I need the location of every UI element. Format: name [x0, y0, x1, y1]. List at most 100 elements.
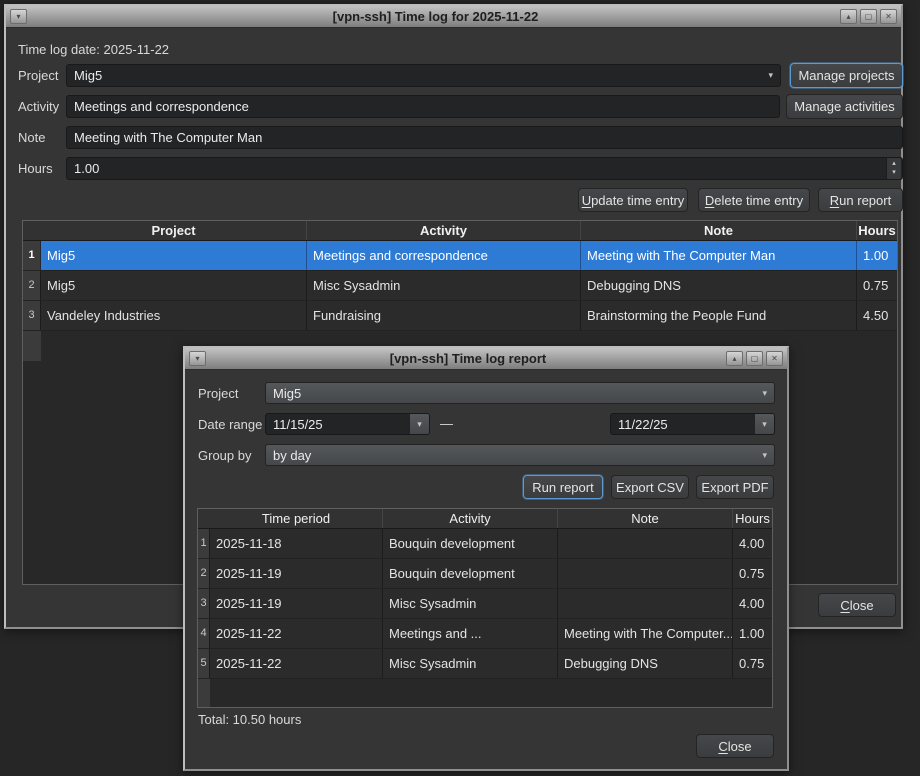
- row-number: 1: [23, 241, 41, 270]
- spinner-buttons[interactable]: ▴ ▾: [886, 158, 901, 179]
- run-report-button[interactable]: Run report: [818, 188, 903, 212]
- time-log-date-label: Time log date: 2025-11-22: [18, 42, 169, 57]
- row-number: 1: [198, 529, 210, 558]
- manage-projects-button[interactable]: Manage projects: [790, 63, 903, 88]
- report-row[interactable]: 5 2025-11-22 Misc Sysadmin Debugging DNS…: [198, 649, 772, 679]
- dialog-titlebar[interactable]: ▾ [vpn-ssh] Time log report ▴ ▢ ✕: [185, 348, 787, 370]
- close-glyph: ✕: [771, 355, 778, 363]
- note-input-value: Meeting with The Computer Man: [74, 130, 262, 145]
- export-pdf-button[interactable]: Export PDF: [696, 475, 774, 499]
- header-hours[interactable]: Hours: [857, 221, 897, 240]
- hours-spinbox[interactable]: 1.00 ▴ ▾: [66, 157, 903, 180]
- dialog-close-button[interactable]: Close: [696, 734, 774, 758]
- table-row[interactable]: 3 Vandeley Industries Fundraising Brains…: [23, 301, 897, 331]
- spin-down-icon[interactable]: ▾: [892, 169, 896, 177]
- row-number: 5: [198, 649, 210, 678]
- total-hours-label: Total: 10.50 hours: [198, 712, 301, 727]
- row-number: 3: [23, 301, 41, 330]
- header-activity[interactable]: Activity: [383, 509, 558, 528]
- dialog-run-report-button[interactable]: Run report: [523, 475, 603, 499]
- cell-activity: Fundraising: [307, 301, 581, 330]
- project-combobox-value: Mig5: [74, 68, 102, 83]
- delete-time-entry-button[interactable]: Delete time entry: [698, 188, 810, 212]
- project-label: Project: [18, 68, 58, 83]
- cell-hours: 4.00: [733, 529, 772, 558]
- update-time-entry-label: Update time entry: [582, 193, 685, 208]
- shade-icon[interactable]: ▴: [726, 351, 743, 366]
- calendar-dropdown-icon[interactable]: ▾: [754, 414, 774, 434]
- cell-note: Debugging DNS: [581, 271, 857, 300]
- cell-activity: Bouquin development: [383, 559, 558, 588]
- header-note[interactable]: Note: [581, 221, 857, 240]
- cell-period: 2025-11-22: [210, 649, 383, 678]
- cell-hours: 0.75: [857, 271, 897, 300]
- header-project[interactable]: Project: [41, 221, 307, 240]
- date-from-value: 11/15/25: [266, 414, 409, 434]
- window-menu-icon[interactable]: ▾: [189, 351, 206, 366]
- cell-period: 2025-11-18: [210, 529, 383, 558]
- close-icon[interactable]: ✕: [880, 9, 897, 24]
- report-row[interactable]: 1 2025-11-18 Bouquin development 4.00: [198, 529, 772, 559]
- cell-hours: 4.50: [857, 301, 897, 330]
- cell-project: Mig5: [41, 271, 307, 300]
- header-hours[interactable]: Hours: [733, 509, 772, 528]
- window-menu-glyph: ▾: [16, 13, 20, 21]
- maximize-icon[interactable]: ▢: [860, 9, 877, 24]
- manage-activities-button[interactable]: Manage activities: [786, 94, 903, 119]
- cell-note: [558, 559, 733, 588]
- table-row[interactable]: 2 Mig5 Misc Sysadmin Debugging DNS 0.75: [23, 271, 897, 301]
- cell-empty: [733, 679, 772, 708]
- note-input[interactable]: Meeting with The Computer Man: [66, 126, 903, 149]
- cell-hours: 0.75: [733, 649, 772, 678]
- close-button[interactable]: Close: [818, 593, 896, 617]
- row-number: 2: [198, 559, 210, 588]
- dialog-close-label: Close: [718, 739, 751, 754]
- calendar-dropdown-icon[interactable]: ▾: [409, 414, 429, 434]
- cell-note: Brainstorming the People Fund: [581, 301, 857, 330]
- dialog-title: [vpn-ssh] Time log report: [210, 351, 726, 366]
- table-row[interactable]: 1 Mig5 Meetings and correspondence Meeti…: [23, 241, 897, 271]
- group-by-combobox[interactable]: by day ▾: [265, 444, 775, 466]
- update-time-entry-button[interactable]: Update time entry: [578, 188, 688, 212]
- chevron-down-icon: ▾: [768, 70, 773, 81]
- header-activity[interactable]: Activity: [307, 221, 581, 240]
- activity-input[interactable]: Meetings and correspondence: [66, 95, 780, 118]
- manage-activities-label: Manage activities: [794, 99, 894, 114]
- group-by-label: Group by: [198, 448, 251, 463]
- report-row[interactable]: 3 2025-11-19 Misc Sysadmin 4.00: [198, 589, 772, 619]
- row-number-empty: [23, 331, 41, 361]
- run-report-label: Run report: [830, 193, 891, 208]
- delete-time-entry-label: Delete time entry: [705, 193, 803, 208]
- project-combobox[interactable]: Mig5 ▾: [66, 64, 781, 87]
- report-table: Time period Activity Note Hours 1 2025-1…: [197, 508, 773, 708]
- cell-hours: 1.00: [857, 241, 897, 270]
- cell-period: 2025-11-19: [210, 559, 383, 588]
- cell-note: [558, 589, 733, 618]
- row-number-empty: [198, 679, 210, 708]
- cell-note: Debugging DNS: [558, 649, 733, 678]
- spin-up-icon[interactable]: ▴: [892, 160, 896, 168]
- cell-activity: Meetings and ...: [383, 619, 558, 648]
- cell-activity: Misc Sysadmin: [307, 271, 581, 300]
- header-note[interactable]: Note: [558, 509, 733, 528]
- cell-note: Meeting with The Computer...: [558, 619, 733, 648]
- header-time-period[interactable]: Time period: [210, 509, 383, 528]
- shade-icon[interactable]: ▴: [840, 9, 857, 24]
- date-to-picker[interactable]: 11/22/25 ▾: [610, 413, 775, 435]
- manage-projects-label: Manage projects: [798, 68, 894, 83]
- close-icon[interactable]: ✕: [766, 351, 783, 366]
- report-row[interactable]: 2 2025-11-19 Bouquin development 0.75: [198, 559, 772, 589]
- cell-note: Meeting with The Computer Man: [581, 241, 857, 270]
- maximize-icon[interactable]: ▢: [746, 351, 763, 366]
- window-menu-icon[interactable]: ▾: [10, 9, 27, 24]
- cell-period: 2025-11-22: [210, 619, 383, 648]
- report-row[interactable]: 4 2025-11-22 Meetings and ... Meeting wi…: [198, 619, 772, 649]
- maximize-glyph: ▢: [751, 355, 759, 363]
- dialog-project-combobox[interactable]: Mig5 ▾: [265, 382, 775, 404]
- main-titlebar[interactable]: ▾ [vpn-ssh] Time log for 2025-11-22 ▴ ▢ …: [6, 6, 901, 28]
- export-csv-button[interactable]: Export CSV: [611, 475, 689, 499]
- cell-project: Mig5: [41, 241, 307, 270]
- cell-activity: Misc Sysadmin: [383, 649, 558, 678]
- close-button-label: Close: [840, 598, 873, 613]
- date-from-picker[interactable]: 11/15/25 ▾: [265, 413, 430, 435]
